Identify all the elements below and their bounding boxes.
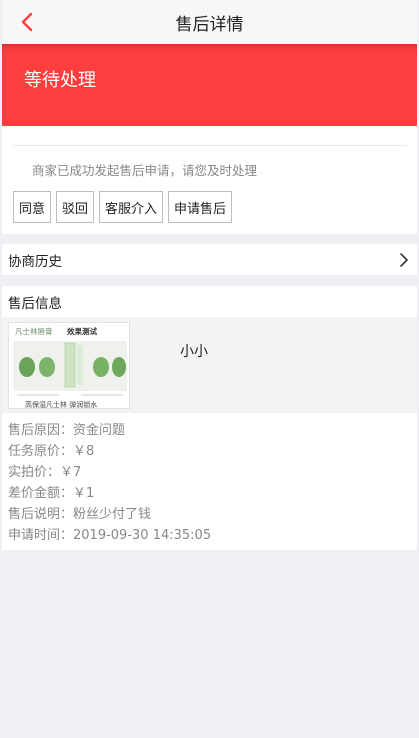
status-banner: 等待处理 — [2, 44, 417, 126]
detail-key: 差价金额： — [8, 486, 74, 501]
image-title-left: 凡士林唇膏 — [15, 326, 53, 336]
product-name: 小小 — [180, 344, 208, 360]
action-buttons: 同意 驳回 客服介入 申请售后 — [13, 191, 233, 223]
reject-button[interactable]: 驳回 — [56, 191, 95, 223]
detail-value: ￥7 — [60, 465, 82, 480]
info-section-header: 售后信息 — [2, 286, 417, 317]
product-card[interactable]: 凡士林唇膏 效果测试 高保湿凡士林 弹润锁水 小小 — [2, 317, 417, 413]
customer-service-button[interactable]: 客服介入 — [99, 191, 164, 223]
chevron-left-icon — [21, 12, 33, 32]
detail-key: 售后说明： — [8, 507, 74, 522]
detail-row-original-price: 任务原价：￥8 — [2, 440, 417, 461]
product-image[interactable]: 凡士林唇膏 效果测试 高保湿凡士林 弹润锁水 — [8, 322, 130, 409]
detail-key: 实拍价： — [8, 465, 61, 480]
detail-key: 售后原因： — [8, 423, 74, 438]
back-button[interactable] — [16, 10, 38, 34]
detail-key: 申请时间： — [8, 528, 74, 543]
status-text: 等待处理 — [24, 70, 96, 91]
chevron-right-icon — [400, 253, 408, 267]
divider — [14, 145, 407, 146]
detail-value: 粉丝少付了钱 — [73, 507, 152, 522]
app-frame: 售后详情 等待处理 商家已成功发起售后申请，请您及时处理 同意 驳回 客服介入 … — [2, 0, 417, 738]
negotiation-history-row[interactable]: 协商历史 — [2, 244, 417, 275]
detail-value: 资金问题 — [73, 423, 126, 438]
product-image-graphic: 凡士林唇膏 效果测试 高保湿凡士林 弹润锁水 — [9, 323, 129, 409]
detail-value: 2019-09-30 14:35:05 — [73, 528, 212, 543]
info-title: 售后信息 — [8, 295, 62, 312]
page-title: 售后详情 — [175, 14, 244, 35]
detail-row-actual-price: 实拍价：￥7 — [2, 461, 417, 482]
apply-after-sale-button[interactable]: 申请售后 — [168, 191, 233, 223]
action-panel: 商家已成功发起售后申请，请您及时处理 同意 驳回 客服介入 申请售后 — [2, 126, 417, 234]
history-label: 协商历史 — [8, 253, 62, 270]
detail-row-price-difference: 差价金额：￥1 — [2, 482, 417, 503]
agree-button[interactable]: 同意 — [13, 191, 52, 223]
image-footer: 高保湿凡士林 弹润锁水 — [25, 400, 97, 409]
detail-row-description: 售后说明：粉丝少付了钱 — [2, 503, 417, 524]
detail-row-apply-time: 申请时间：2019-09-30 14:35:05 — [2, 524, 417, 545]
detail-value: ￥8 — [73, 444, 95, 459]
image-title-right: 效果测试 — [67, 326, 97, 336]
detail-key: 任务原价： — [8, 444, 74, 459]
detail-value: ￥1 — [73, 486, 95, 501]
detail-row-reason: 售后原因：资金问题 — [2, 419, 417, 440]
after-sale-details: 售后原因：资金问题 任务原价：￥8 实拍价：￥7 差价金额：￥1 售后说明：粉丝… — [2, 413, 417, 550]
top-bar: 售后详情 — [2, 0, 417, 44]
notice-text: 商家已成功发起售后申请，请您及时处理 — [32, 163, 258, 178]
